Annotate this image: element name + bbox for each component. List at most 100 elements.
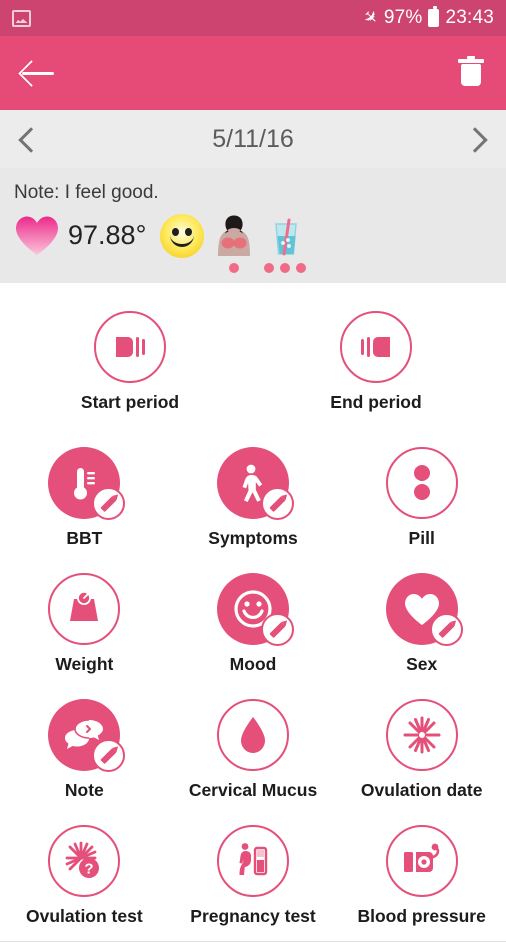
pill-icon [385,447,458,519]
tracker-blood-pressure[interactable]: Blood pressure [337,811,506,937]
end-period-icon [340,311,412,383]
ovulation-test-icon-wrap: ? [48,825,121,897]
pencil-glyph [438,621,455,638]
sex-label: Sex [406,654,438,674]
dot [229,263,240,273]
tracker-pill[interactable]: Pill [337,433,506,559]
start-period-icon-wrap [94,311,166,383]
smiley-face-icon [160,214,205,258]
end-period-button[interactable]: End period [301,305,451,423]
edit-icon[interactable] [92,739,126,772]
dot [280,263,291,273]
pregnancy-test-icon-wrap [217,825,289,897]
bbt-icon-wrap [48,447,126,520]
pill-label: Pill [408,528,435,548]
tracker-note[interactable]: Note [0,685,169,811]
cervical-mucus-icon-wrap [217,699,289,771]
edit-icon[interactable] [261,487,294,520]
note-icon-wrap [48,699,126,772]
heart-icon [14,214,60,256]
trash-lid [458,56,484,63]
tracker-row: Weight Mood Sex [0,559,506,685]
tracker-row: BBT Symptoms Pill [0,433,506,559]
tracker-row: Note Cervical Mucus Ovulation date [0,685,506,811]
start-period-icon [94,311,166,383]
dot [264,263,275,273]
water-summary [264,214,307,273]
water-glass-icon [265,214,305,258]
status-bar-left [12,9,31,27]
chevron-right-icon[interactable] [466,128,488,150]
tracker-grid: Start period End period BBT Symptoms Pil… [0,283,506,942]
svg-text:?: ? [85,861,94,878]
start-period-label: Start period [80,392,180,412]
edit-icon[interactable] [429,613,463,646]
status-bar-right: ✈ 97% 23:43 [359,6,494,30]
pencil-glyph [269,621,286,638]
battery-icon [428,6,440,27]
starburst-icon [385,699,458,771]
cervical-mucus-label: Cervical Mucus [188,780,318,800]
mood-icon-wrap [217,573,294,646]
bbt-label: BBT [66,528,103,548]
pencil-glyph [100,495,117,512]
chevron-left-icon[interactable] [18,128,40,150]
note-summary-text: Note: I feel good. [14,182,159,203]
back-arrow-icon[interactable] [22,58,56,88]
date-navigation-bar: 5/11/16 [0,110,506,168]
ovulation-date-icon-wrap [385,699,458,771]
tracker-bbt[interactable]: BBT [0,433,169,559]
mood-label: Mood [229,654,277,674]
smiley-mouth [170,231,195,247]
trash-body [461,64,481,86]
tracker-cervical-mucus[interactable]: Cervical Mucus [169,685,338,811]
day-summary-panel: Note: I feel good. 97.88° [0,168,506,283]
end-period-icon-wrap [340,311,412,383]
app-bar [0,36,506,110]
blood-pressure-icon [385,825,458,897]
sex-icon-wrap [385,573,463,646]
current-date-label: 5/11/16 [212,124,294,153]
droplet-icon [217,699,289,771]
starburst-question-icon: ? [48,825,121,897]
start-period-button[interactable]: Start period [55,305,205,423]
trash-icon[interactable] [458,56,484,88]
pencil-glyph [100,747,117,764]
temperature-value: 97.88° [68,219,147,250]
tracker-weight[interactable]: Weight [0,559,169,685]
airplane-mode-icon: ✈ [359,5,383,30]
blood-pressure-label: Blood pressure [357,906,486,926]
ovulation-test-label: Ovulation test [25,906,143,926]
pencil-glyph [269,495,286,512]
status-bar: ✈ 97% 23:43 [0,0,506,36]
tracker-ovulation-date[interactable]: Ovulation date [337,685,506,811]
tracker-pregnancy-test[interactable]: Pregnancy test [169,811,338,937]
tracker-sex[interactable]: Sex [337,559,506,685]
tracker-mood[interactable]: Mood [169,559,338,685]
blood-pressure-icon-wrap [385,825,458,897]
temperature-summary: 97.88° [14,214,150,256]
pill-icon-wrap [385,447,458,519]
symptom-summary [214,214,254,273]
weight-label: Weight [55,654,114,674]
tracker-symptoms[interactable]: Symptoms [169,433,338,559]
pregnancy-test-label: Pregnancy test [190,906,316,926]
note-label: Note [64,780,104,800]
edit-icon[interactable] [261,613,294,646]
edit-icon[interactable] [92,487,126,520]
tracker-ovulation-test[interactable]: ? Ovulation test [0,811,169,937]
battery-percent-label: 97% [383,7,423,28]
end-period-label: End period [330,392,422,412]
ovulation-date-label: Ovulation date [360,780,483,800]
symptoms-label: Symptoms [208,528,298,548]
mood-summary [160,214,205,258]
symptoms-icon-wrap [217,447,294,520]
water-intake-dots [264,263,307,273]
tracker-row: ? Ovulation test Pregnancy test Blood pr… [0,811,506,937]
summary-icon-row: 97.88° [14,214,492,273]
weight-icon-wrap [48,573,121,645]
period-button-row: Start period End period [0,291,506,433]
image-icon [12,9,31,27]
clock-label: 23:43 [445,7,494,28]
pregnancy-test-icon [217,825,289,897]
